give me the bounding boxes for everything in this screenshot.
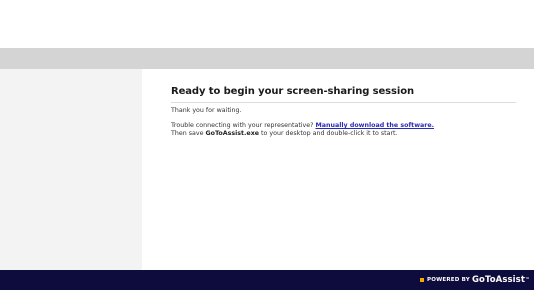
square-bullet-icon [420, 278, 425, 282]
save-prefix-text: Then save [171, 130, 204, 137]
top-blank-area [0, 0, 534, 48]
waiting-message: Thank you for waiting. [171, 107, 242, 114]
save-instructions: Then save GoToAssist.exe to your desktop… [171, 130, 398, 137]
left-sidebar [0, 69, 142, 270]
trouble-message: Trouble connecting with your representat… [171, 122, 434, 129]
page: Ready to begin your screen-sharing sessi… [0, 0, 534, 290]
main-content: Ready to begin your screen-sharing sessi… [142, 69, 534, 270]
trouble-text: Trouble connecting with your representat… [171, 122, 314, 129]
powered-by-label: POWERED BY [427, 277, 470, 283]
save-filename: GoToAssist.exe [205, 130, 260, 137]
footer-bar: POWERED BY GoToAssist ™ [0, 270, 534, 290]
header-band [0, 48, 534, 69]
brand-name: GoToAssist [471, 275, 525, 285]
manual-download-link[interactable]: Manually download the software. [316, 122, 435, 129]
save-suffix-text: to your desktop and double-click it to s… [261, 130, 398, 137]
title-divider [171, 102, 516, 103]
powered-by-badge: POWERED BY GoToAssist ™ [420, 274, 530, 286]
page-title: Ready to begin your screen-sharing sessi… [171, 86, 415, 97]
